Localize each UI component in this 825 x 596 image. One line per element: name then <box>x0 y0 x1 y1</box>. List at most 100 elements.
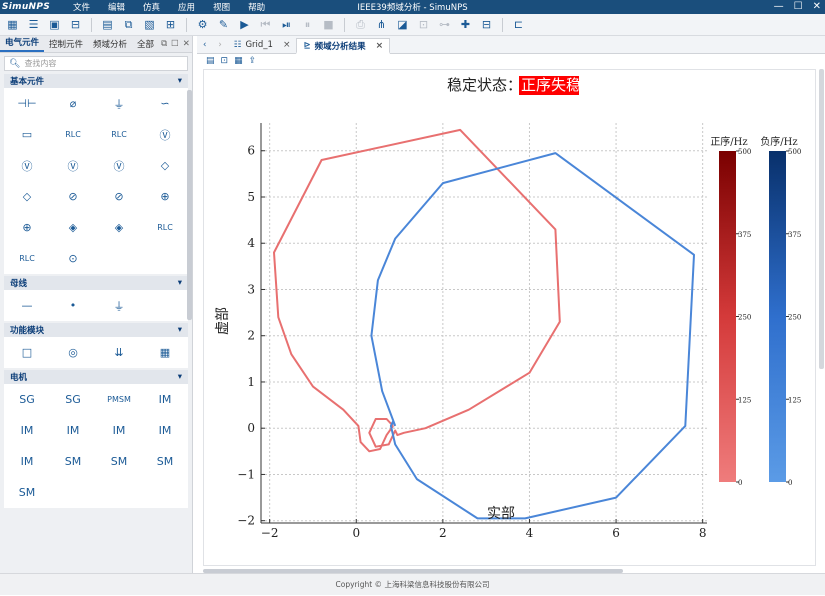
component-item[interactable]: IM <box>4 415 50 446</box>
component-item[interactable]: Ⓥ <box>4 150 50 181</box>
close-panel-icon[interactable]: ✕ <box>181 39 192 49</box>
component-item[interactable]: RLC <box>4 243 50 274</box>
menu-item[interactable]: 仿真 <box>134 1 169 13</box>
component-item[interactable]: ▭ <box>4 119 50 150</box>
grid-icon[interactable]: ▦ <box>4 16 21 33</box>
component-item[interactable]: SM <box>50 446 96 477</box>
main-vertical-scrollbar[interactable] <box>819 69 824 369</box>
component-item[interactable]: □ <box>4 337 50 368</box>
minimize-button[interactable]: — <box>774 0 784 14</box>
save-icon[interactable]: ▣ <box>46 16 63 33</box>
close-button[interactable]: ✕ <box>813 0 821 14</box>
component-item[interactable]: RLC <box>50 119 96 150</box>
component-item[interactable]: PMSM <box>96 384 142 415</box>
stop-icon[interactable]: ■ <box>320 16 337 33</box>
search-box[interactable]: 🔍︎ 查找内容 <box>4 56 188 71</box>
export-data-icon[interactable]: ▤ <box>206 56 215 66</box>
component-item[interactable]: IM <box>96 415 142 446</box>
maximize-button[interactable]: ☐ <box>794 0 803 14</box>
search-input[interactable]: 查找内容 <box>24 58 56 69</box>
component-item[interactable]: Ⓥ <box>96 150 142 181</box>
menu-item[interactable]: 文件 <box>64 1 99 13</box>
component-item[interactable]: — <box>4 290 50 321</box>
tab-grid[interactable]: ☷ Grid_1 × <box>228 37 297 53</box>
menu-item[interactable]: 帮助 <box>239 1 274 13</box>
tab-nav-left[interactable]: ‹ <box>197 37 212 53</box>
chevron-down-icon[interactable]: ▾ <box>178 76 182 86</box>
panel-icon[interactable]: ⊟ <box>478 16 495 33</box>
component-item[interactable]: IM <box>142 415 188 446</box>
component-item[interactable]: ⊘ <box>96 181 142 212</box>
restore-panel-icon[interactable]: ☐ <box>169 39 181 49</box>
component-item[interactable]: ⏚ <box>96 290 142 321</box>
step-back-icon[interactable]: ⏮ <box>257 16 274 33</box>
group-header[interactable]: 功能模块 ▾ <box>4 323 188 337</box>
component-item[interactable]: ⊕ <box>142 181 188 212</box>
component-item[interactable]: Ⓥ <box>142 119 188 150</box>
component-item[interactable]: SG <box>4 384 50 415</box>
chevron-down-icon[interactable]: ▾ <box>178 372 182 382</box>
component-item[interactable]: ▦ <box>142 337 188 368</box>
group-header[interactable]: 基本元件 ▾ <box>4 74 188 88</box>
component-item[interactable]: ◈ <box>50 212 96 243</box>
component-item[interactable]: ∽ <box>142 88 188 119</box>
tree-icon[interactable]: ⊶ <box>436 16 453 33</box>
component-item[interactable]: ◇ <box>142 150 188 181</box>
chevron-down-icon[interactable]: ▾ <box>178 278 182 288</box>
list-icon[interactable]: ☰ <box>25 16 42 33</box>
float-panel-icon[interactable]: ⧉ <box>159 39 169 49</box>
group-header[interactable]: 电机 ▾ <box>4 370 188 384</box>
play-icon[interactable]: ⏯ <box>278 16 295 33</box>
zoom-fit-icon[interactable]: ⊡ <box>221 56 229 66</box>
copy-file-icon[interactable]: ⧉ <box>120 16 137 33</box>
component-item[interactable]: ⊙ <box>50 243 96 274</box>
close-tab-icon[interactable]: × <box>283 40 291 50</box>
package-icon[interactable]: ▧ <box>141 16 158 33</box>
nyquist-chart[interactable]: −2 0 2 4 6 8 −2 −1 0 1 2 3 4 5 6 稳定状态： 正序失稳 实部 虚部 正序/H… <box>204 70 815 565</box>
settings-icon[interactable]: ⚙ <box>194 16 211 33</box>
component-item[interactable]: IM <box>4 446 50 477</box>
tab-all[interactable]: 全部 <box>132 38 159 50</box>
component-item[interactable]: ⌀ <box>50 88 96 119</box>
component-item[interactable]: ⊘ <box>50 181 96 212</box>
component-item[interactable]: IM <box>50 415 96 446</box>
menu-item[interactable]: 视图 <box>204 1 239 13</box>
run-icon[interactable]: ▶ <box>236 16 253 33</box>
component-item[interactable]: SM <box>96 446 142 477</box>
component-item[interactable]: ⊕ <box>4 212 50 243</box>
tab-frequency[interactable]: 频域分析 <box>88 38 132 50</box>
component-item[interactable]: • <box>50 290 96 321</box>
group-header[interactable]: 母线 ▾ <box>4 276 188 290</box>
left-scrollbar[interactable] <box>187 90 192 320</box>
new-file-icon[interactable]: ▤ <box>99 16 116 33</box>
component-item[interactable]: ◈ <box>96 212 142 243</box>
compare-icon[interactable]: ⊡ <box>415 16 432 33</box>
chevron-down-icon[interactable]: ▾ <box>178 325 182 335</box>
menu-item[interactable]: 应用 <box>169 1 204 13</box>
component-item[interactable]: SM <box>142 446 188 477</box>
component-item[interactable]: ◎ <box>50 337 96 368</box>
share-icon[interactable]: ⇪ <box>249 56 257 66</box>
monitor-icon[interactable]: ⊏ <box>510 16 527 33</box>
component-item[interactable]: SG <box>50 384 96 415</box>
component-item[interactable]: ◇ <box>4 181 50 212</box>
print-icon[interactable]: ⎙ <box>352 16 369 33</box>
pause-icon[interactable]: ⏸ <box>299 16 316 33</box>
network-icon[interactable]: ⋔ <box>373 16 390 33</box>
layout-icon[interactable]: ▦ <box>234 56 243 66</box>
component-item[interactable]: IM <box>142 384 188 415</box>
component-item[interactable]: RLC <box>142 212 188 243</box>
component-item[interactable]: ⏚ <box>96 88 142 119</box>
menu-item[interactable]: 编辑 <box>99 1 134 13</box>
edit-icon[interactable]: ✎ <box>215 16 232 33</box>
tab-control[interactable]: 控制元件 <box>44 38 88 50</box>
tab-electrical[interactable]: 电气元件 <box>0 37 45 52</box>
component-item[interactable]: ⇊ <box>96 337 142 368</box>
tab-frequency-result[interactable]: ⊵ 频域分析结果 × <box>296 38 391 54</box>
component-item[interactable]: RLC <box>96 119 142 150</box>
component-item[interactable]: ⊣⊢ <box>4 88 50 119</box>
close-tab-icon[interactable]: × <box>376 41 384 51</box>
export-icon[interactable]: ⊞ <box>162 16 179 33</box>
open-icon[interactable]: ⊟ <box>67 16 84 33</box>
component-item[interactable]: SM <box>4 477 50 508</box>
